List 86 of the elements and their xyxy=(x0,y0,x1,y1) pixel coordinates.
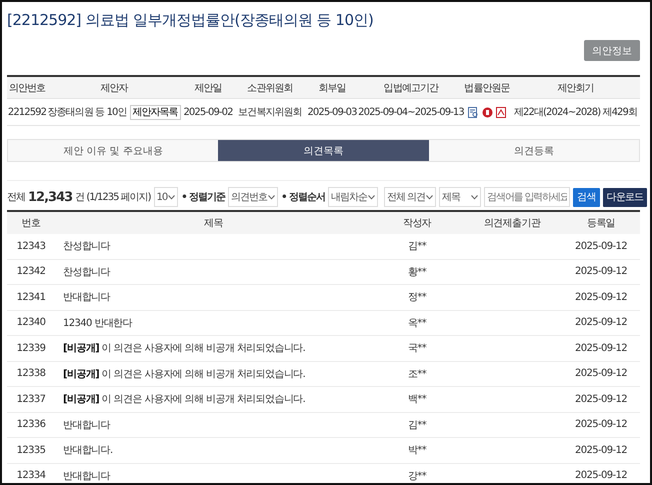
table-cell: 2025-09-12 xyxy=(574,317,628,328)
table-cell: 2025-09-04~2025-09-13 xyxy=(358,106,464,118)
column-header: 작성자 xyxy=(402,217,432,230)
table-cell: 12336 xyxy=(16,419,46,430)
table-cell: 12342 xyxy=(16,266,46,278)
caret-icon xyxy=(168,194,176,200)
table-cell-text: 옥** xyxy=(408,316,426,330)
pdf-icon[interactable] xyxy=(496,106,506,118)
table-cell-text: 박** xyxy=(408,444,426,458)
sort-by-label: • 정렬기준 xyxy=(181,191,226,204)
table-cell: 2025-09-12 xyxy=(574,266,628,278)
table-cell: 12343 xyxy=(16,240,46,252)
sort-order-label: • 정렬순서 xyxy=(281,191,325,204)
opinion-title[interactable]: 찬성합니다 xyxy=(55,264,372,279)
table-cell: 12341 xyxy=(16,292,46,303)
table-cell-text: 김** xyxy=(408,240,426,254)
proposer-list-button[interactable]: 제안자목록 xyxy=(130,104,181,120)
table-cell-text: 제22대(2024~2028) 제429회 xyxy=(514,106,638,119)
opinion-title[interactable]: 찬성합니다 xyxy=(55,239,372,254)
caret-icon xyxy=(426,194,434,200)
table-cell: 12339 xyxy=(16,342,46,354)
circle-document-icon[interactable] xyxy=(482,106,493,118)
table-cell-text: 보건복지위원회 xyxy=(238,106,302,119)
column-header: 제목 xyxy=(204,217,223,230)
table-cell-text: 황** xyxy=(408,266,426,279)
search-button[interactable]: 검색 xyxy=(573,188,600,206)
opinion-title[interactable]: 반대합니다 xyxy=(55,290,372,304)
caret-icon xyxy=(471,194,478,200)
download-button[interactable]: 다운로드 xyxy=(602,188,648,206)
table-cell: 2025-09-02 xyxy=(183,106,233,118)
scope-select[interactable]: 전체 의견 xyxy=(384,187,436,207)
opinion-title[interactable]: [비공개] 이 의견은 사용자에 의해 비공개 처리되었습니다. xyxy=(55,341,372,356)
total-count: 12,343 xyxy=(28,190,72,204)
column-header: 제안자 xyxy=(100,82,128,94)
table-cell-text: 조** xyxy=(408,368,426,381)
search-field[interactable]: 검색어를 입력하세요 xyxy=(484,187,570,207)
page-size-select[interactable]: 10 xyxy=(154,187,178,207)
document-search-icon[interactable] xyxy=(468,106,479,118)
sort-order-select[interactable]: 내림차순 xyxy=(328,187,378,207)
table-cell: 2212592 xyxy=(8,106,46,118)
tab[interactable]: 의견목록 xyxy=(218,140,429,161)
column-header: 입법예고기간 xyxy=(384,82,438,94)
opinion-title[interactable]: 12340 반대한다 xyxy=(55,316,372,330)
opinion-title[interactable]: [비공개] 이 의견은 사용자에 의해 비공개 처리되었습니다. xyxy=(55,366,372,381)
column-header: 의견제출기관 xyxy=(484,217,540,230)
table-cell-text: 강** xyxy=(408,470,426,483)
column-header: 의안번호 xyxy=(8,82,46,94)
total-label: 전체 xyxy=(7,191,25,204)
table-cell-text: 장종태의원 등 10인 xyxy=(47,106,127,119)
tab[interactable]: 제안 이유 및 주요내용 xyxy=(8,140,218,161)
column-header: 소관위원회 xyxy=(247,82,293,94)
table-cell-text: 백** xyxy=(408,393,426,406)
table-cell: 2025-09-12 xyxy=(574,368,628,380)
caret-icon xyxy=(268,194,276,200)
page-title: [2212592] 의료법 일부개정법률안(장종태의원 등 10인) xyxy=(7,10,374,30)
page-info: 건 (1/1235 페이지) xyxy=(75,191,151,204)
column-header: 회부일 xyxy=(318,82,346,94)
table-cell: 2025-09-12 xyxy=(574,394,628,405)
table-cell-text: 김** xyxy=(408,418,426,432)
table-cell: 2025-09-12 xyxy=(574,342,628,354)
column-header: 제안일 xyxy=(194,82,222,94)
table-cell: 2025-09-12 xyxy=(574,292,628,303)
field-select[interactable]: 제목 xyxy=(439,187,482,207)
table-cell-text: 정** xyxy=(408,291,426,304)
table-cell: 2025-09-12 xyxy=(574,444,628,456)
column-header: 번호 xyxy=(22,217,40,230)
column-header: 제안회기 xyxy=(557,82,594,94)
table-cell: 12340 xyxy=(16,317,46,328)
table-cell: 12334 xyxy=(16,470,46,482)
column-header: 등록일 xyxy=(586,217,616,230)
table-cell: 2025-09-12 xyxy=(574,419,628,430)
opinion-title[interactable]: [비공개] 이 의견은 사용자에 의해 비공개 처리되었습니다. xyxy=(55,392,372,406)
table-cell: 2025-09-12 xyxy=(574,240,628,252)
table-cell: 12337 xyxy=(16,394,46,405)
opinion-title[interactable]: 반대합니다 xyxy=(55,468,372,483)
caret-icon xyxy=(368,194,375,200)
column-header: 법률안원문 xyxy=(464,82,510,94)
table-cell: 12338 xyxy=(16,368,46,380)
opinion-title[interactable]: 반대합니다 xyxy=(55,418,372,432)
table-cell-text: 국** xyxy=(408,342,426,356)
table-cell: 2025-09-03 xyxy=(307,106,357,118)
table-cell: 12335 xyxy=(16,444,46,456)
table-cell: 2025-09-12 xyxy=(574,470,628,482)
opinion-title[interactable]: 반대합니다. xyxy=(55,443,372,458)
tab[interactable]: 의견등록 xyxy=(428,140,639,161)
sort-by-select[interactable]: 의견번호 xyxy=(228,187,278,207)
